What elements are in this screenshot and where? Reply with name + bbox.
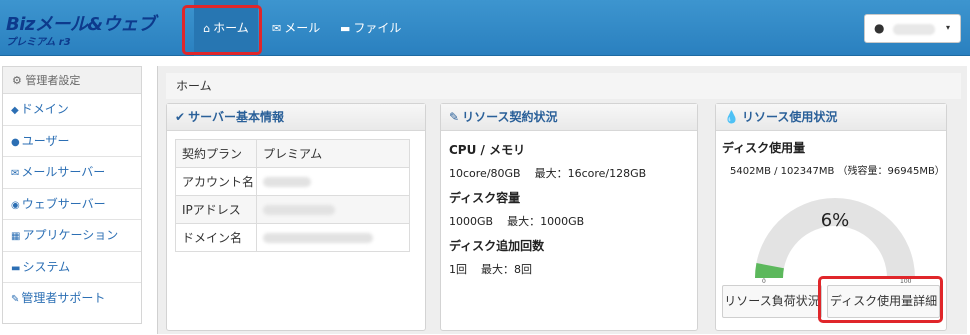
breadcrumb: ホーム bbox=[166, 73, 961, 99]
highlight-box-disk-detail bbox=[818, 276, 943, 323]
check-icon: ✔ bbox=[175, 110, 186, 124]
table-row: アカウント名 bbox=[175, 167, 410, 196]
row-value-redacted bbox=[256, 167, 410, 196]
panel-header: ✎ リソース契約状況 bbox=[441, 104, 697, 131]
sidebar-item-admin-support[interactable]: ✎ 管理者サポート bbox=[3, 283, 141, 315]
disk-capacity-current: 1000GB bbox=[449, 215, 494, 228]
sidebar-item-label: ドメイン bbox=[20, 102, 69, 116]
disk-capacity-max: 最大：1000GB bbox=[507, 215, 585, 228]
grid-icon: ▦ bbox=[11, 231, 21, 242]
panel-title: リソース契約状況 bbox=[462, 110, 558, 124]
sidebar-item-web-server[interactable]: ◉ ウェブサーバー bbox=[3, 189, 141, 220]
table-row: ドメイン名 bbox=[175, 223, 410, 252]
panel-header: ✔ サーバー基本情報 bbox=[167, 104, 425, 131]
sidebar-item-label: システム bbox=[22, 259, 71, 274]
highlight-box-home bbox=[182, 5, 262, 55]
disk-usage-title: ディスク使用量 bbox=[722, 141, 806, 155]
resource-load-button[interactable]: リソース負荷状況 bbox=[722, 285, 822, 318]
brand-logo[interactable]: Bizメール&ウェブ プレミアム r3 bbox=[6, 10, 166, 50]
row-value-redacted bbox=[256, 223, 410, 252]
row-key: アカウント名 bbox=[175, 167, 257, 196]
user-icon: ● bbox=[874, 21, 885, 35]
envelope-icon: ✉ bbox=[11, 168, 20, 179]
server-info-panel: ✔ サーバー基本情報 契約プラン プレミアム アカウント名 IPアドレス ドメイン名 bbox=[166, 103, 426, 331]
edit-icon: ✎ bbox=[11, 294, 20, 305]
sidebar-item-applications[interactable]: ▦ アプリケーション bbox=[3, 220, 141, 252]
sidebar-item-label: ウェブサーバー bbox=[21, 196, 106, 211]
disk-usage-value: 5402MB / 102347MB （残容量：96945MB） bbox=[730, 166, 945, 177]
disk-capacity-label: ディスク容量 bbox=[449, 191, 521, 205]
cpu-memory-max: 最大：16core/128GB bbox=[534, 167, 647, 180]
gauge-min-label: 0 bbox=[762, 278, 766, 285]
sidebar-item-label: 管理者サポート bbox=[21, 291, 106, 305]
tag-icon: ◆ bbox=[11, 105, 19, 116]
disk-capacity-block: ディスク容量 1000GB 最大：1000GB bbox=[449, 189, 584, 229]
cpu-memory-current: 10core/80GB bbox=[449, 167, 521, 180]
sidebar: ⚙ 管理者設定 ◆ ドメイン ● ユーザー ✉ メールサーバー ◉ ウェブサーバー ▦ ア… bbox=[2, 66, 142, 324]
disk-add-count-block: ディスク追加回数 1回 最大：8回 bbox=[449, 237, 544, 277]
user-icon: ● bbox=[11, 136, 20, 148]
sidebar-item-system[interactable]: ▬ システム bbox=[3, 252, 141, 283]
row-key: 契約プラン bbox=[175, 139, 257, 168]
server-info-table: 契約プラン プレミアム アカウント名 IPアドレス ドメイン名 bbox=[175, 139, 410, 252]
globe-icon: ◉ bbox=[11, 199, 20, 211]
resource-contract-panel: ✎ リソース契約状況 CPU / メモリ 10core/80GB 最大：16core… bbox=[440, 103, 698, 331]
sidebar-item-mail-server[interactable]: ✉ メールサーバー bbox=[3, 157, 141, 189]
panel-title: リソース使用状況 bbox=[741, 110, 838, 124]
brand-edition: プレミアム r3 bbox=[6, 37, 71, 48]
sidebar-item-label: ユーザー bbox=[21, 133, 70, 148]
nav-mail[interactable]: ✉ メール bbox=[272, 0, 320, 56]
disk-add-count-current: 1回 bbox=[449, 263, 467, 276]
sidebar-item-label: アプリケーション bbox=[22, 228, 119, 242]
cpu-memory-block: CPU / メモリ 10core/80GB 最大：16core/128GB bbox=[449, 141, 646, 181]
nav-mail-label: メール bbox=[284, 21, 321, 35]
top-navbar: Bizメール&ウェブ プレミアム r3 ⌂ ホーム ✉ メール ▬ ファイル ● ▾ bbox=[0, 0, 970, 56]
envelope-icon: ✉ bbox=[272, 22, 282, 35]
chevron-down-icon: ▾ bbox=[945, 23, 950, 32]
disk-add-count-max: 最大：8回 bbox=[481, 263, 532, 276]
disk-usage-percent: 6% bbox=[820, 210, 850, 231]
sidebar-item-domain[interactable]: ◆ ドメイン bbox=[3, 94, 141, 126]
gear-icon: ⚙ bbox=[12, 74, 26, 87]
row-value: プレミアム bbox=[256, 139, 410, 168]
nav-file-label: ファイル bbox=[353, 21, 402, 35]
user-name-redacted bbox=[893, 24, 935, 35]
sidebar-item-label: メールサーバー bbox=[21, 165, 106, 179]
sidebar-header-label: 管理者設定 bbox=[25, 74, 81, 87]
sidebar-header: ⚙ 管理者設定 bbox=[3, 67, 141, 94]
panel-title: サーバー基本情報 bbox=[188, 110, 284, 124]
row-key: ドメイン名 bbox=[175, 223, 257, 252]
nav-file[interactable]: ▬ ファイル bbox=[340, 0, 401, 56]
cpu-memory-label: CPU / メモリ bbox=[449, 143, 526, 157]
folder-icon: ▬ bbox=[340, 22, 351, 35]
sidebar-item-users[interactable]: ● ユーザー bbox=[3, 126, 141, 157]
disk-add-count-label: ディスク追加回数 bbox=[449, 239, 545, 253]
drop-icon: 💧 bbox=[724, 110, 739, 124]
drive-icon: ▬ bbox=[11, 262, 21, 274]
edit-icon: ✎ bbox=[449, 110, 460, 124]
user-menu-button[interactable]: ● ▾ bbox=[864, 14, 961, 43]
panel-header: 💧 リソース使用状況 bbox=[716, 104, 946, 131]
table-row: 契約プラン プレミアム bbox=[175, 139, 410, 168]
row-key: IPアドレス bbox=[175, 195, 257, 224]
row-value-redacted bbox=[256, 195, 410, 224]
disk-usage-gauge: 0 100 bbox=[755, 198, 915, 285]
table-row: IPアドレス bbox=[175, 195, 410, 224]
